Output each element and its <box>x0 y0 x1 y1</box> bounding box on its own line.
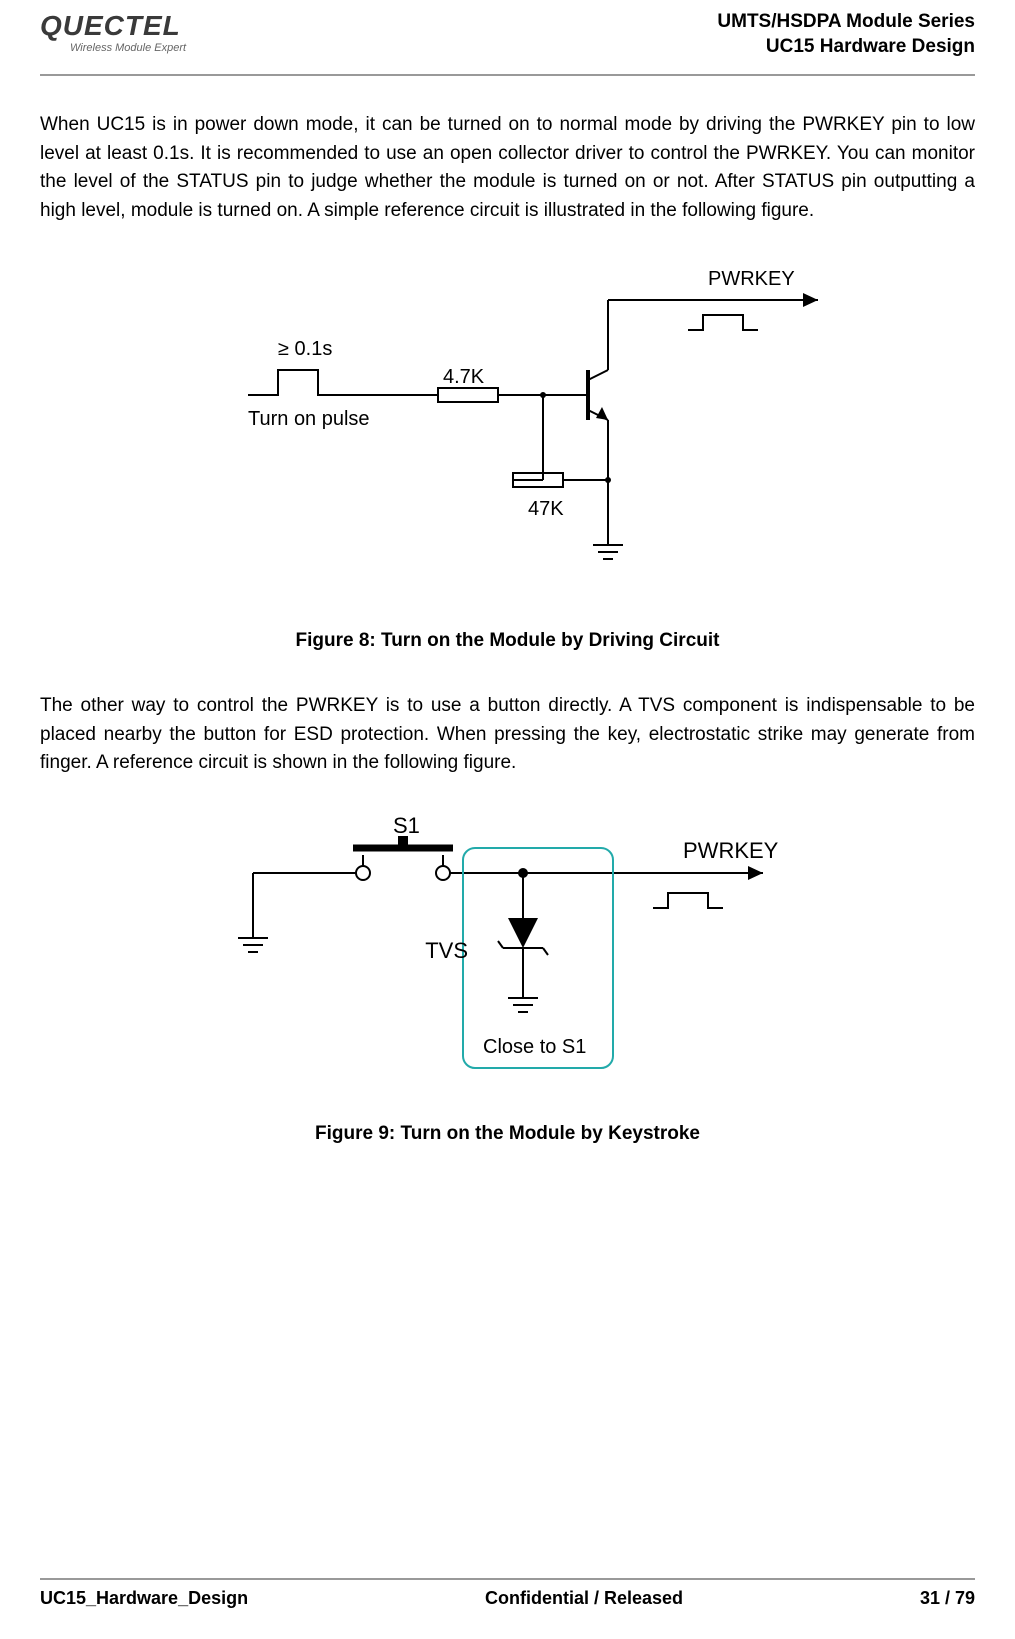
label-close-to-s1: Close to S1 <box>483 1036 586 1058</box>
figure-9-caption: Figure 9: Turn on the Module by Keystrok… <box>40 1123 975 1145</box>
footer-right: 31 / 79 <box>920 1588 975 1609</box>
figure-8: PWRKEY ≥ 0.1s Turn on pulse 4.7K 47K <box>40 255 975 605</box>
label-s1: S1 <box>393 813 420 838</box>
figure-8-caption: Figure 8: Turn on the Module by Driving … <box>40 630 975 652</box>
doc-title: UC15 Hardware Design <box>717 35 975 60</box>
label-time: ≥ 0.1s <box>278 338 332 360</box>
label-tvs: TVS <box>425 938 468 963</box>
label-pwrkey-fig9: PWRKEY <box>683 838 779 863</box>
page-header: QUECTEL Wireless Module Expert UMTS/HSDP… <box>40 0 975 76</box>
paragraph-1: When UC15 is in power down mode, it can … <box>40 111 975 225</box>
label-resistor-4-7k: 4.7K <box>443 366 485 388</box>
series-title: UMTS/HSDPA Module Series <box>717 10 975 35</box>
label-resistor-47k: 47K <box>528 498 564 520</box>
footer-left: UC15_Hardware_Design <box>40 1588 248 1609</box>
label-pwrkey: PWRKEY <box>708 268 795 290</box>
logo-text: QUECTEL <box>40 10 181 42</box>
figure-9: S1 PWRKEY TVS Close to S1 <box>40 808 975 1098</box>
footer-center: Confidential / Released <box>485 1588 683 1609</box>
page-footer: UC15_Hardware_Design Confidential / Rele… <box>40 1578 975 1609</box>
label-turn-on-pulse: Turn on pulse <box>248 408 370 430</box>
logo-block: QUECTEL Wireless Module Expert <box>40 10 186 54</box>
logo-subtitle: Wireless Module Expert <box>70 42 186 54</box>
header-titles: UMTS/HSDPA Module Series UC15 Hardware D… <box>717 10 975 59</box>
paragraph-2: The other way to control the PWRKEY is t… <box>40 692 975 778</box>
